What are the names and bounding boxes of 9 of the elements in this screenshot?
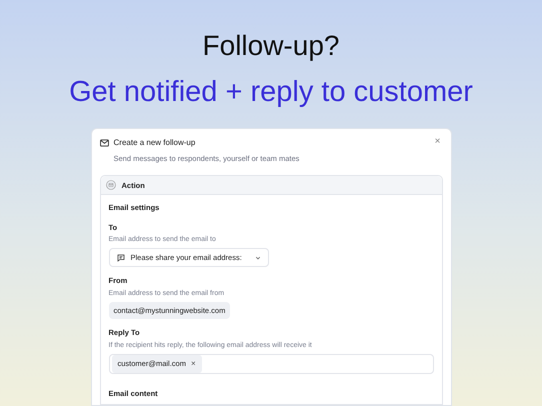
mail-icon	[106, 180, 116, 190]
close-button[interactable]: ×	[434, 137, 440, 147]
subheadline: Get notified + reply to customer	[69, 75, 473, 110]
mail-icon	[100, 139, 108, 147]
chat-icon	[116, 254, 124, 262]
chevron-down-icon	[254, 254, 260, 261]
headline: Follow-up?	[202, 29, 340, 63]
remove-tag-button[interactable]: ×	[190, 358, 196, 370]
dialog-title: Create a new follow-up	[114, 137, 196, 149]
